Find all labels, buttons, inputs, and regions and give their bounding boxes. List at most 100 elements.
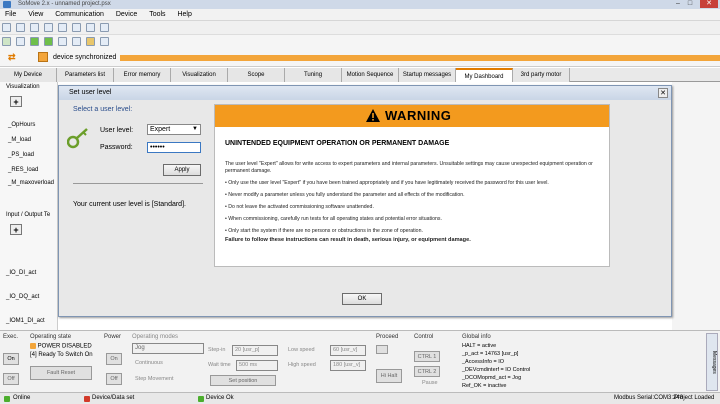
warning-bullet: • Only start the system if there are no … bbox=[225, 228, 423, 234]
tab-startup-messages[interactable]: Startup messages bbox=[399, 68, 456, 82]
tab-my-dashboard[interactable]: My Dashboard bbox=[456, 68, 513, 82]
tab-my-device[interactable]: My Device bbox=[0, 68, 57, 82]
global-info-label: Global info bbox=[462, 334, 491, 340]
dialog-close-icon[interactable]: ✕ bbox=[658, 88, 668, 98]
dashboard-right-area bbox=[672, 82, 720, 330]
exec-on-button[interactable]: On bbox=[3, 353, 19, 365]
param-item: _OpHours bbox=[8, 122, 36, 128]
bottom-control-panel: Exec. On Off Operating state POWER DISAB… bbox=[0, 330, 720, 392]
monitor-icon[interactable] bbox=[99, 37, 109, 46]
step-movement-radio[interactable]: Step Movement bbox=[135, 376, 174, 382]
compare-icon[interactable] bbox=[85, 23, 95, 32]
tab-3rd-party-motor[interactable]: 3rd party motor bbox=[513, 68, 570, 82]
device-ok-status: Device Ok bbox=[206, 395, 234, 401]
pause-checkbox[interactable]: Pause bbox=[422, 380, 438, 386]
maximize-icon[interactable]: □ bbox=[684, 0, 696, 8]
main-toolbar bbox=[0, 21, 720, 35]
hi-halt-button[interactable]: Hi Halt bbox=[376, 369, 402, 383]
tab-motion-sequence[interactable]: Motion Sequence bbox=[342, 68, 399, 82]
save-icon[interactable] bbox=[29, 23, 39, 32]
upload-icon[interactable] bbox=[57, 37, 67, 46]
chevron-down-icon: ▼ bbox=[192, 126, 198, 132]
tab-parameters-list[interactable]: Parameters list bbox=[57, 68, 114, 82]
power-disabled-text: POWER DISABLED bbox=[37, 343, 92, 350]
low-speed-field[interactable]: 60 [usr_v] bbox=[330, 345, 366, 356]
user-level-select[interactable]: Expert ▼ bbox=[147, 124, 201, 135]
close-icon[interactable]: ✕ bbox=[700, 0, 718, 8]
operating-state-label: Operating state bbox=[30, 334, 72, 340]
menu-file[interactable]: File bbox=[0, 9, 21, 21]
device-status-icon bbox=[38, 52, 48, 62]
operating-mode-select[interactable]: Jog bbox=[132, 343, 204, 354]
warning-panel: WARNING UNINTENDED EQUIPMENT OPERATION O… bbox=[214, 104, 610, 267]
online-led bbox=[4, 396, 10, 402]
tab-strip: My Device Parameters list Error memory V… bbox=[0, 68, 720, 82]
high-speed-label: High speed bbox=[288, 362, 316, 368]
warning-final: Failure to follow these instructions can… bbox=[225, 237, 471, 243]
device-data-led bbox=[84, 396, 90, 402]
download-icon[interactable] bbox=[43, 37, 53, 46]
tab-visualization[interactable]: Visualization bbox=[171, 68, 228, 82]
export-icon[interactable] bbox=[71, 23, 81, 32]
dialog-divider bbox=[73, 183, 203, 184]
menu-tools[interactable]: Tools bbox=[144, 9, 170, 21]
warning-bullet: • Do not leave the activated commissioni… bbox=[225, 204, 374, 210]
step-in-field[interactable]: 20 [usr_p] bbox=[232, 345, 278, 356]
store-icon[interactable] bbox=[71, 37, 81, 46]
param-item: _M_maxoverload bbox=[8, 180, 55, 186]
power-on-button[interactable]: On bbox=[106, 353, 122, 365]
disconnect-icon[interactable] bbox=[15, 37, 25, 46]
add-visualization-button[interactable]: + bbox=[10, 96, 22, 107]
import-icon[interactable] bbox=[57, 23, 67, 32]
fault-reset-button[interactable]: Fault Reset bbox=[30, 366, 92, 380]
check-icon[interactable] bbox=[29, 37, 39, 46]
ok-button[interactable]: OK bbox=[342, 293, 382, 305]
modbus-connection: Modbus Serial:COM3:248 bbox=[614, 395, 684, 401]
device-data-set: Device/Data set bbox=[92, 395, 135, 401]
warning-subtitle: UNINTENDED EQUIPMENT OPERATION OR PERMAN… bbox=[225, 140, 450, 147]
set-position-button[interactable]: Set position bbox=[210, 375, 276, 386]
minimize-icon[interactable]: – bbox=[672, 0, 684, 8]
add-io-button[interactable]: + bbox=[10, 224, 22, 235]
tab-error-memory[interactable]: Error memory bbox=[114, 68, 171, 82]
step-in-label: Step-in bbox=[208, 347, 226, 353]
new-icon[interactable] bbox=[2, 23, 11, 32]
apply-button[interactable]: Apply bbox=[163, 164, 201, 176]
ctrl2-button[interactable]: CTRL 2 bbox=[414, 366, 440, 377]
menu-view[interactable]: View bbox=[23, 9, 48, 21]
password-field[interactable]: •••••• bbox=[147, 142, 201, 153]
tab-scope[interactable]: Scope bbox=[228, 68, 285, 82]
print-icon[interactable] bbox=[43, 23, 53, 32]
current-user-level-text: Your current user level is [Standard]. bbox=[73, 201, 186, 208]
tab-tuning[interactable]: Tuning bbox=[285, 68, 342, 82]
menu-communication[interactable]: Communication bbox=[50, 9, 109, 21]
key-icon bbox=[67, 128, 88, 149]
warning-bullet: • When commissioning, carefully run test… bbox=[225, 216, 442, 222]
global-info-item: _p_act = 14763 [usr_p] bbox=[462, 351, 519, 357]
global-info-item: _DEVcmdinterf = IO Control bbox=[462, 367, 531, 373]
warning-bullet: • Never modify a parameter unless you fu… bbox=[225, 192, 465, 198]
open-icon[interactable] bbox=[15, 23, 25, 32]
wait-time-field[interactable]: 500 ms bbox=[236, 360, 278, 371]
user-level-icon[interactable] bbox=[85, 37, 95, 46]
power-off-button[interactable]: Off bbox=[106, 373, 122, 385]
password-label: Password: bbox=[100, 144, 133, 151]
menu-help[interactable]: Help bbox=[172, 9, 196, 21]
messages-side-tab[interactable]: Messages bbox=[706, 333, 718, 391]
device-ok-led bbox=[198, 396, 204, 402]
warning-bullet: • Only use the user level "Expert" if yo… bbox=[225, 180, 549, 186]
menu-device[interactable]: Device bbox=[111, 9, 142, 21]
status-bar: Online Device/Data set Device Ok Modbus … bbox=[0, 392, 720, 404]
global-info-item: Ref_OK = inactive bbox=[462, 383, 507, 389]
high-speed-field[interactable]: 180 [usr_v] bbox=[330, 360, 366, 371]
ctrl1-button[interactable]: CTRL 1 bbox=[414, 351, 440, 362]
global-info-list: HALT = active _p_act = 14763 [usr_p] _Ac… bbox=[462, 342, 530, 390]
power-disabled-row: POWER DISABLED bbox=[30, 343, 92, 350]
settings-icon[interactable] bbox=[99, 23, 109, 32]
proceed-button[interactable] bbox=[376, 345, 388, 354]
continuous-radio[interactable]: Continuous bbox=[135, 360, 163, 366]
exec-off-button[interactable]: Off bbox=[3, 373, 19, 385]
connect-icon[interactable] bbox=[2, 37, 11, 46]
wait-time-label: Wait time bbox=[208, 362, 231, 368]
param-item: _M_load bbox=[8, 137, 32, 143]
